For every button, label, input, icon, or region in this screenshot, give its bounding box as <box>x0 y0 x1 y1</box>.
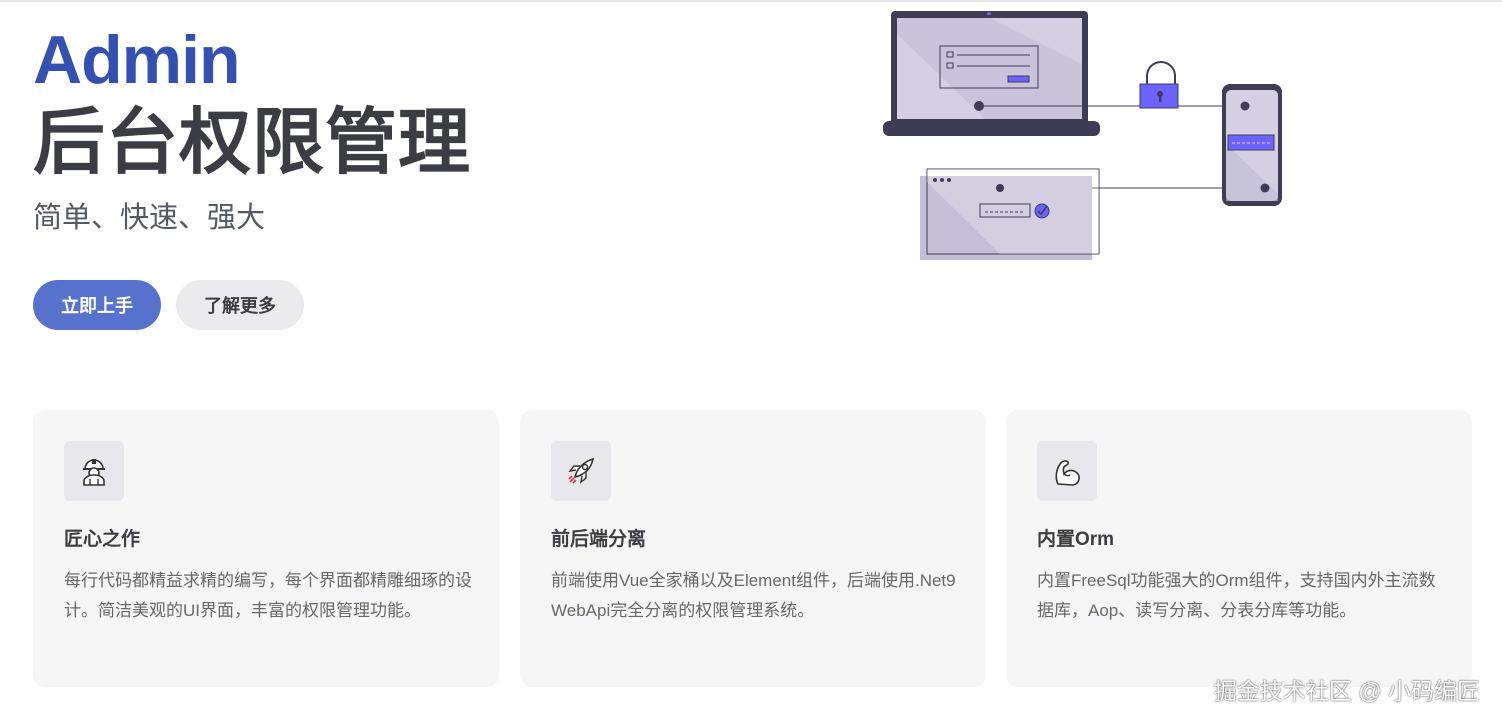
feature-card-separation: 前后端分离 前端使用Vue全家桶以及Element组件，后端使用.Net9 We… <box>520 410 986 687</box>
laptop-illustration <box>883 11 1100 136</box>
hero-illustration <box>883 11 1282 260</box>
feature-details: 前端使用Vue全家桶以及Element组件，后端使用.Net9 WebApi完全… <box>551 571 956 620</box>
lock-icon <box>1139 61 1179 109</box>
feature-details: 每行代码都精益求精的编写，每个界面都精雕细琢的设计。简洁美观的UI界面，丰富的权… <box>64 571 472 620</box>
feature-card-craftsmanship: 匠心之作 每行代码都精益求精的编写，每个界面都精雕细琢的设计。简洁美观的UI界面… <box>33 410 499 687</box>
hero-text: 后台权限管理 <box>33 103 472 183</box>
phone-illustration <box>1222 84 1282 206</box>
rocket-icon <box>551 441 611 501</box>
get-started-button[interactable]: 立即上手 <box>33 280 161 330</box>
feature-card-orm: 内置Orm 内置FreeSql功能强大的Orm组件，支持国内外主流数据库，Aop… <box>1006 410 1472 687</box>
hero-name: Admin <box>33 22 241 98</box>
feature-title: 前后端分离 <box>551 529 647 550</box>
hero-tagline: 简单、快速、强大 <box>33 202 266 234</box>
feature-title: 内置Orm <box>1037 529 1115 550</box>
top-divider <box>0 0 1502 2</box>
watermark: 掘金技术社区 @ 小码编匠 <box>1213 678 1480 704</box>
browser-window-illustration <box>920 168 1100 260</box>
worker-icon <box>64 441 124 501</box>
feature-title: 匠心之作 <box>64 529 141 550</box>
feature-details: 内置FreeSql功能强大的Orm组件，支持国内外主流数据库，Aop、读写分离、… <box>1037 571 1436 620</box>
learn-more-button[interactable]: 了解更多 <box>176 280 304 330</box>
flexed-biceps-icon <box>1037 441 1097 501</box>
